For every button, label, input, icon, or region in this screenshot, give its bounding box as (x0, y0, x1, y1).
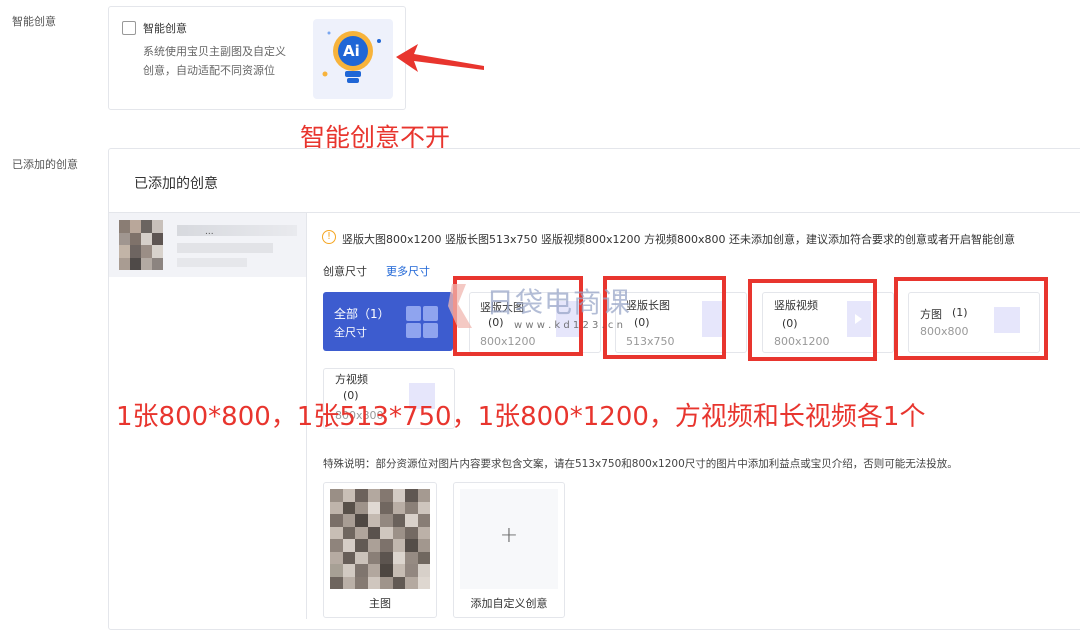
smart-creative-desc-1: 系统使用宝贝主副图及自定义 (143, 45, 286, 58)
add-custom-creative-card[interactable]: + 添加自定义创意 (453, 482, 565, 618)
special-note: 特殊说明：部分资源位对图片内容要求包含文案，请在513x750和800x1200… (323, 458, 958, 470)
smart-section-label: 智能创意 (12, 15, 56, 28)
highlight-box (894, 277, 1048, 360)
warning-icon: ! (322, 230, 336, 244)
size-card-all[interactable]: 全部（1） 全尺寸 (323, 292, 453, 351)
main-image-label: 主图 (369, 597, 391, 610)
watermark-text: 日袋电商课 (486, 286, 632, 319)
smart-creative-checkbox-label: 智能创意 (143, 22, 187, 35)
size-label: 创意尺寸 (323, 265, 367, 278)
ai-bulb-icon: Ai (313, 19, 393, 99)
creative-list-item[interactable]: ... (109, 213, 306, 277)
highlight-box (748, 279, 877, 361)
added-section-label: 已添加的创意 (12, 158, 78, 171)
plus-icon: + (499, 523, 519, 548)
item-thumbnail (119, 220, 163, 270)
added-panel-title: 已添加的创意 (134, 176, 218, 192)
warning-text: 竖版大图800x1200 竖版长图513x750 竖版视频800x1200 方视… (342, 233, 1015, 246)
smart-creative-checkbox[interactable] (122, 21, 136, 35)
watermark-logo (448, 282, 482, 330)
ai-text: Ai (343, 42, 360, 60)
smart-creative-desc-2: 创意，自动适配不同资源位 (143, 64, 275, 77)
size-card-all-title: 全部（1） (334, 307, 390, 321)
add-custom-label: 添加自定义创意 (470, 597, 548, 610)
main-image-card[interactable]: 主图 (323, 482, 437, 618)
annotation-arrow (396, 44, 484, 72)
more-sizes-link[interactable]: 更多尺寸 (386, 263, 430, 279)
item-title: ... (205, 227, 214, 237)
smart-creative-card: 智能创意 系统使用宝贝主副图及自定义 创意，自动适配不同资源位 Ai (108, 6, 406, 110)
grid-icon (406, 306, 438, 338)
annotation-counts: 1张800*800，1张513*750，1张800*1200，方视频和长视频各1… (116, 402, 926, 432)
main-image-thumb (330, 489, 430, 589)
size-card-all-sub: 全尺寸 (334, 326, 367, 339)
watermark-url: w w w . k d 1 2 3 . c n (514, 320, 623, 331)
